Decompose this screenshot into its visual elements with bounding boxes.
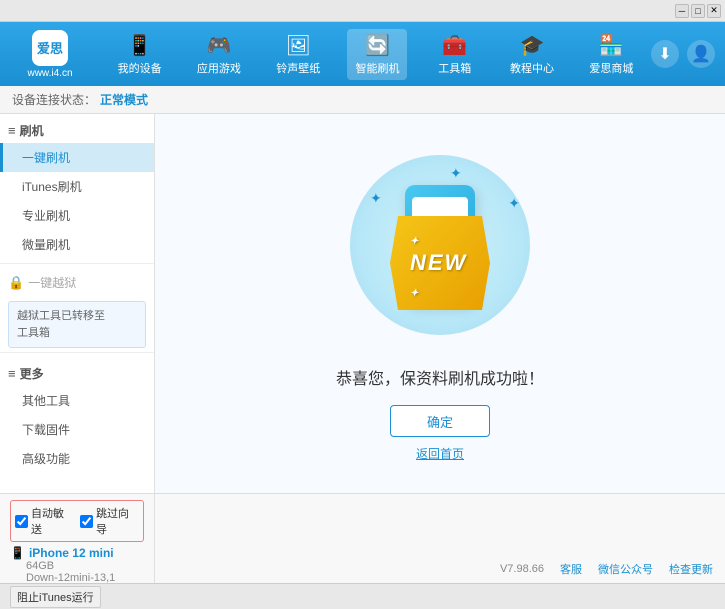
- checkbox-row: 自动敏送 跳过向导: [10, 500, 144, 542]
- itunes-block-btn[interactable]: 阻止iTunes运行: [10, 586, 101, 608]
- app-games-icon: 🎮: [206, 33, 231, 58]
- sidebar-section-more: ≡ 更多: [0, 357, 154, 386]
- sidebar-section-flash: ≡ 刷机: [0, 114, 154, 143]
- nav-tutorial[interactable]: 🎓 教程中心: [502, 29, 562, 80]
- bottom-status-bar: 阻止iTunes运行: [0, 583, 725, 609]
- device-info: 📱 iPhone 12 mini 64GB Down-12mini-13,1: [10, 546, 144, 584]
- logo-icon: 爱思: [32, 30, 68, 66]
- pro-flash-label: 专业刷机: [22, 209, 70, 223]
- download-firmware-label: 下载固件: [22, 423, 70, 437]
- header: 爱思 www.i4.cn 📱 我的设备 🎮 应用游戏 🖼 铃声壁纸 🔄 智能刷机…: [0, 22, 725, 86]
- sidebar-item-pro-flash[interactable]: 专业刷机: [0, 201, 154, 230]
- content-area: ✦ ✦ ✦ ✦ NEW ✦ 恭喜您，保资料刷机成功啦！: [155, 114, 725, 493]
- sidebar-item-one-click-flash[interactable]: 一键刷机: [0, 143, 154, 172]
- auto-send-checkbox-item[interactable]: 自动敏送: [15, 505, 74, 537]
- advanced-label: 高级功能: [22, 452, 70, 466]
- status-label: 设备连接状态：: [12, 91, 96, 108]
- bottom-left-panel: 自动敏送 跳过向导 📱 iPhone 12 mini 64GB Down-12m…: [0, 494, 155, 583]
- sparkle-right: ✦: [508, 195, 520, 212]
- sidebar-divider1: [0, 263, 154, 264]
- status-value: 正常模式: [100, 91, 148, 108]
- titlebar: ─ □ ✕: [0, 0, 725, 22]
- new-badge-text: NEW: [410, 250, 467, 275]
- my-device-icon: 📱: [127, 33, 152, 58]
- device-name-text: iPhone 12 mini: [29, 546, 114, 560]
- sidebar-item-download-firmware[interactable]: 下载固件: [0, 415, 154, 444]
- my-device-label: 我的设备: [118, 60, 162, 76]
- sidebar-divider2: [0, 352, 154, 353]
- minimize-btn[interactable]: ─: [675, 4, 689, 18]
- wallpaper-icon: 🖼: [286, 33, 311, 58]
- new-ribbon: ✦ NEW ✦: [390, 216, 490, 310]
- logo-subtitle: www.i4.cn: [27, 68, 72, 79]
- toolbox-label: 工具箱: [438, 60, 471, 76]
- phone-illustration-container: ✦ ✦ ✦ ✦ NEW ✦: [340, 145, 540, 345]
- logo: 爱思 www.i4.cn: [10, 30, 90, 79]
- download-btn[interactable]: ⬇: [651, 40, 679, 68]
- new-ribbon-container: ✦ NEW ✦: [390, 216, 490, 310]
- skip-wizard-checkbox-item[interactable]: 跳过向导: [80, 505, 139, 537]
- wechat-link[interactable]: 微信公众号: [598, 561, 653, 577]
- nav-items: 📱 我的设备 🎮 应用游戏 🖼 铃声壁纸 🔄 智能刷机 🧰 工具箱 🎓 教程中心…: [100, 29, 651, 80]
- user-btn[interactable]: 👤: [687, 40, 715, 68]
- sidebar-item-itunes-flash[interactable]: iTunes刷机: [0, 172, 154, 201]
- version-text: V7.98.66: [500, 563, 544, 575]
- sidebar-item-advanced[interactable]: 高级功能: [0, 444, 154, 473]
- sidebar-notice: 越狱工具已转移至 工具箱: [8, 301, 146, 348]
- smart-shop-label: 智能刷机: [355, 60, 399, 76]
- appstore-label: 爱思商城: [589, 60, 633, 76]
- device-icon: 📱: [10, 546, 25, 560]
- nav-smart-shop[interactable]: 🔄 智能刷机: [347, 29, 407, 80]
- device-model: Down-12mini-13,1: [26, 572, 144, 584]
- itunes-flash-label: iTunes刷机: [22, 180, 82, 194]
- tutorial-icon: 🎓: [520, 33, 545, 58]
- lock-icon: 🔒: [8, 275, 24, 291]
- data-flash-label: 微量刷机: [22, 238, 70, 252]
- nav-wallpaper[interactable]: 🖼 铃声壁纸: [268, 29, 328, 80]
- smart-shop-icon: 🔄: [365, 33, 390, 58]
- statusbar: 设备连接状态： 正常模式: [0, 86, 725, 114]
- app-games-label: 应用游戏: [197, 60, 241, 76]
- device-name: 📱 iPhone 12 mini: [10, 546, 144, 560]
- sparkle-left: ✦: [370, 190, 382, 207]
- sparkle-top: ✦: [450, 165, 462, 182]
- nav-app-games[interactable]: 🎮 应用游戏: [189, 29, 249, 80]
- more-section-label: 更多: [20, 365, 44, 382]
- sidebar-item-other-tools[interactable]: 其他工具: [0, 386, 154, 415]
- skip-wizard-checkbox[interactable]: [80, 515, 93, 528]
- wallpaper-label: 铃声壁纸: [276, 60, 320, 76]
- sidebar: ≡ 刷机 一键刷机 iTunes刷机 专业刷机 微量刷机 🔒 一键越狱 越狱工具…: [0, 114, 155, 493]
- one-click-flash-label: 一键刷机: [22, 151, 70, 165]
- flash-section-icon: ≡: [8, 123, 16, 138]
- header-right: ⬇ 👤: [651, 40, 715, 68]
- flash-section-label: 刷机: [20, 122, 44, 139]
- confirm-button[interactable]: 确定: [390, 405, 490, 437]
- success-message: 恭喜您，保资料刷机成功啦！: [336, 365, 544, 389]
- status-footer: V7.98.66 客服 微信公众号 检查更新: [500, 561, 713, 577]
- service-link[interactable]: 客服: [560, 561, 582, 577]
- nav-toolbox[interactable]: 🧰 工具箱: [427, 29, 483, 80]
- bottom-right-panel: V7.98.66 客服 微信公众号 检查更新: [155, 494, 725, 583]
- toolbox-icon: 🧰: [442, 33, 467, 58]
- phone-illustration: ✦ ✦ ✦ ✦ NEW ✦: [340, 145, 540, 345]
- maximize-btn[interactable]: □: [691, 4, 705, 18]
- other-tools-label: 其他工具: [22, 394, 70, 408]
- bottom-area: 自动敏送 跳过向导 📱 iPhone 12 mini 64GB Down-12m…: [0, 493, 725, 583]
- update-link[interactable]: 检查更新: [669, 561, 713, 577]
- device-storage: 64GB: [26, 560, 144, 572]
- close-btn[interactable]: ✕: [707, 4, 721, 18]
- main: ≡ 刷机 一键刷机 iTunes刷机 专业刷机 微量刷机 🔒 一键越狱 越狱工具…: [0, 114, 725, 493]
- home-link[interactable]: 返回首页: [416, 445, 464, 462]
- greyed-label: 一键越狱: [28, 274, 76, 291]
- auto-send-label: 自动敏送: [31, 505, 74, 537]
- nav-my-device[interactable]: 📱 我的设备: [110, 29, 170, 80]
- auto-send-checkbox[interactable]: [15, 515, 28, 528]
- sidebar-item-data-flash[interactable]: 微量刷机: [0, 230, 154, 259]
- tutorial-label: 教程中心: [510, 60, 554, 76]
- skip-wizard-label: 跳过向导: [96, 505, 139, 537]
- more-section-icon: ≡: [8, 366, 16, 381]
- appstore-icon: 🏪: [599, 33, 624, 58]
- sidebar-greyed-jailbreak: 🔒 一键越狱: [0, 268, 154, 297]
- nav-appstore[interactable]: 🏪 爱思商城: [581, 29, 641, 80]
